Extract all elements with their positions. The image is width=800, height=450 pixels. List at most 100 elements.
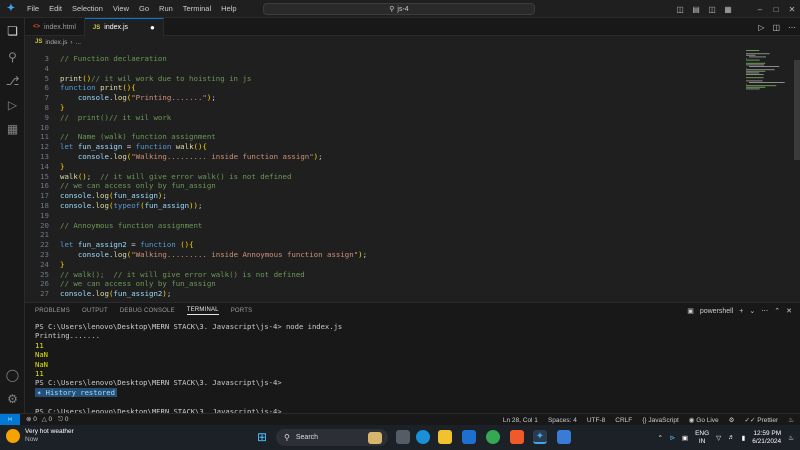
new-terminal-icon[interactable]: + bbox=[739, 308, 743, 315]
clock[interactable]: 12:59 PM 6/21/2024 bbox=[752, 430, 781, 446]
code-text[interactable]: walk(); // it will give error walk() is … bbox=[60, 172, 291, 182]
code-line[interactable]: 17 console.log(fun_assign); bbox=[25, 191, 745, 201]
app-tray-icon[interactable]: ▣ bbox=[682, 434, 688, 442]
code-editor[interactable]: 3 // Function declaeration 4 5 print()// it … bbox=[25, 48, 800, 302]
code-line[interactable]: 7 console.log("Printing......."); bbox=[25, 93, 745, 103]
code-line[interactable]: 18 console.log(typeof(fun_assign)); bbox=[25, 201, 745, 211]
menu-file[interactable]: File bbox=[22, 4, 44, 13]
code-text[interactable]: function print(){ bbox=[60, 83, 136, 93]
toggle-secondary-sidebar-icon[interactable]: ◫ bbox=[704, 5, 720, 14]
tab-terminal[interactable]: TERMINAL bbox=[186, 307, 219, 315]
file-explorer-icon[interactable] bbox=[438, 430, 452, 444]
language-indicator[interactable]: ENG IN bbox=[695, 430, 709, 446]
tab-debug-console[interactable]: DEBUG CONSOLE bbox=[120, 308, 175, 314]
code-text[interactable]: console.log(fun_assign); bbox=[60, 191, 167, 201]
code-line[interactable]: 19 bbox=[25, 211, 745, 221]
error-icon[interactable]: ⊗ bbox=[26, 416, 31, 423]
code-line[interactable]: 14} bbox=[25, 162, 745, 172]
code-line[interactable]: 22 let fun_assign2 = function (){ bbox=[25, 240, 745, 250]
code-text[interactable]: console.log("Printing......."); bbox=[60, 93, 216, 103]
breadcrumb-file[interactable]: index.js bbox=[45, 39, 67, 46]
code-text[interactable]: // print()// it wil work bbox=[60, 113, 171, 123]
weather-widget[interactable]: Very hot weather Now bbox=[6, 428, 74, 444]
code-text[interactable]: // Annoymous function assignment bbox=[60, 221, 202, 231]
minimize-icon[interactable]: – bbox=[752, 5, 768, 14]
maximize-icon[interactable]: □ bbox=[768, 5, 784, 14]
code-line[interactable]: 24} bbox=[25, 260, 745, 270]
code-text[interactable]: let fun_assign2 = function (){ bbox=[60, 240, 194, 250]
warning-icon[interactable]: △ bbox=[42, 416, 47, 423]
explorer-icon[interactable]: ❏ bbox=[5, 24, 20, 39]
code-text[interactable]: // Name (walk) function assignment bbox=[60, 132, 216, 142]
toggle-panel-icon[interactable]: ▤ bbox=[688, 5, 704, 14]
windows-start-icon[interactable]: ⊞ bbox=[255, 430, 269, 444]
bell-icon[interactable]: ♨ bbox=[788, 416, 794, 424]
prettier-button[interactable]: ✓✓ Prettier bbox=[745, 416, 779, 424]
mail-icon[interactable] bbox=[462, 430, 476, 444]
code-text[interactable]: // Function declaeration bbox=[60, 54, 167, 64]
battery-icon[interactable]: ▮ bbox=[742, 434, 746, 442]
code-line[interactable]: 25 // walk(); // it will give error walk(… bbox=[25, 270, 745, 280]
warning-count[interactable]: 0 bbox=[49, 416, 53, 423]
code-text[interactable]: // we can access only by fun_assign bbox=[60, 181, 216, 191]
menu-edit[interactable]: Edit bbox=[44, 4, 67, 13]
error-count[interactable]: 0 bbox=[33, 416, 37, 423]
edge-browser-icon[interactable] bbox=[416, 430, 430, 444]
run-debug-icon[interactable]: ▷ bbox=[5, 98, 20, 113]
wifi-icon[interactable]: ▽ bbox=[716, 434, 721, 442]
tab-output[interactable]: OUTPUT bbox=[82, 308, 108, 314]
account-icon[interactable]: ◯ bbox=[5, 368, 20, 383]
customize-layout-icon[interactable]: ▦ bbox=[720, 5, 736, 14]
breadcrumb-rest[interactable]: ... bbox=[76, 39, 81, 46]
code-line[interactable]: 16 // we can access only by fun_assign bbox=[25, 181, 745, 191]
code-line[interactable]: 3 // Function declaeration bbox=[25, 54, 745, 64]
code-line[interactable]: 20 // Annoymous function assignment bbox=[25, 221, 745, 231]
terminal-output[interactable]: PS C:\Users\lenovo\Desktop\MERN STACK\3.… bbox=[35, 322, 775, 416]
chevron-up-icon[interactable]: ⌃ bbox=[657, 434, 662, 442]
end-of-line[interactable]: CRLF bbox=[615, 417, 632, 424]
notifications-icon[interactable]: ⚙ bbox=[729, 416, 735, 424]
extensions-icon[interactable]: ▦ bbox=[5, 122, 20, 137]
brave-browser-icon[interactable] bbox=[510, 430, 524, 444]
chevron-down-icon[interactable]: ⌄ bbox=[749, 307, 755, 315]
maximize-panel-icon[interactable]: ⌃ bbox=[774, 307, 780, 315]
language-mode[interactable]: {} JavaScript bbox=[642, 417, 679, 424]
gear-icon[interactable]: ⚙ bbox=[5, 392, 20, 407]
tab-index-html[interactable]: <> index.html bbox=[25, 18, 85, 36]
code-line[interactable]: 9 // print()// it wil work bbox=[25, 113, 745, 123]
volume-icon[interactable]: ♬ bbox=[728, 434, 735, 441]
bluetooth-icon[interactable]: ᐉ bbox=[670, 434, 675, 442]
terminal-shell-label[interactable]: powershell bbox=[700, 308, 733, 315]
task-view-icon[interactable] bbox=[396, 430, 410, 444]
menu-help[interactable]: Help bbox=[216, 4, 241, 13]
store-icon[interactable] bbox=[557, 430, 571, 444]
code-line[interactable]: 4 bbox=[25, 64, 745, 74]
minimap[interactable] bbox=[745, 48, 795, 302]
notification-bell-icon[interactable]: ♨ bbox=[788, 434, 794, 442]
remote-indicator-icon[interactable]: ›‹ bbox=[0, 413, 20, 426]
close-panel-icon[interactable]: ✕ bbox=[786, 307, 792, 315]
code-line[interactable]: 5 print()// it wil work due to hoisting i… bbox=[25, 74, 745, 84]
unsaved-dot-icon[interactable]: ● bbox=[150, 23, 155, 32]
code-text[interactable]: } bbox=[60, 260, 64, 270]
source-control-icon[interactable]: ⎇ bbox=[5, 74, 20, 89]
encoding[interactable]: UTF-8 bbox=[587, 417, 605, 424]
code-text[interactable]: print()// it wil work due to hoisting in… bbox=[60, 74, 251, 84]
tab-problems[interactable]: PROBLEMS bbox=[35, 308, 70, 314]
code-line[interactable]: 27 console.log(fun_assign2); bbox=[25, 289, 745, 299]
code-text[interactable]: } bbox=[60, 103, 64, 113]
menu-view[interactable]: View bbox=[108, 4, 134, 13]
code-text[interactable]: console.log(fun_assign2); bbox=[60, 289, 171, 299]
code-text[interactable]: } bbox=[60, 162, 64, 172]
code-text[interactable]: console.log("Walking......... inside Ann… bbox=[60, 250, 367, 260]
code-text[interactable]: console.log(typeof(fun_assign)); bbox=[60, 201, 202, 211]
code-line[interactable]: 8} bbox=[25, 103, 745, 113]
menu-run[interactable]: Run bbox=[154, 4, 178, 13]
toggle-sidebar-icon[interactable]: ◫ bbox=[672, 5, 688, 14]
code-text[interactable]: let fun_assign = function walk(){ bbox=[60, 142, 207, 152]
code-line[interactable]: 23 console.log("Walking......... inside … bbox=[25, 250, 745, 260]
code-line[interactable]: 26 // we can access only by fun_assign bbox=[25, 279, 745, 289]
chrome-icon[interactable] bbox=[486, 430, 500, 444]
more-actions-icon[interactable]: ⋯ bbox=[788, 23, 796, 32]
vscode-taskbar-icon[interactable]: ✦ bbox=[533, 430, 547, 444]
